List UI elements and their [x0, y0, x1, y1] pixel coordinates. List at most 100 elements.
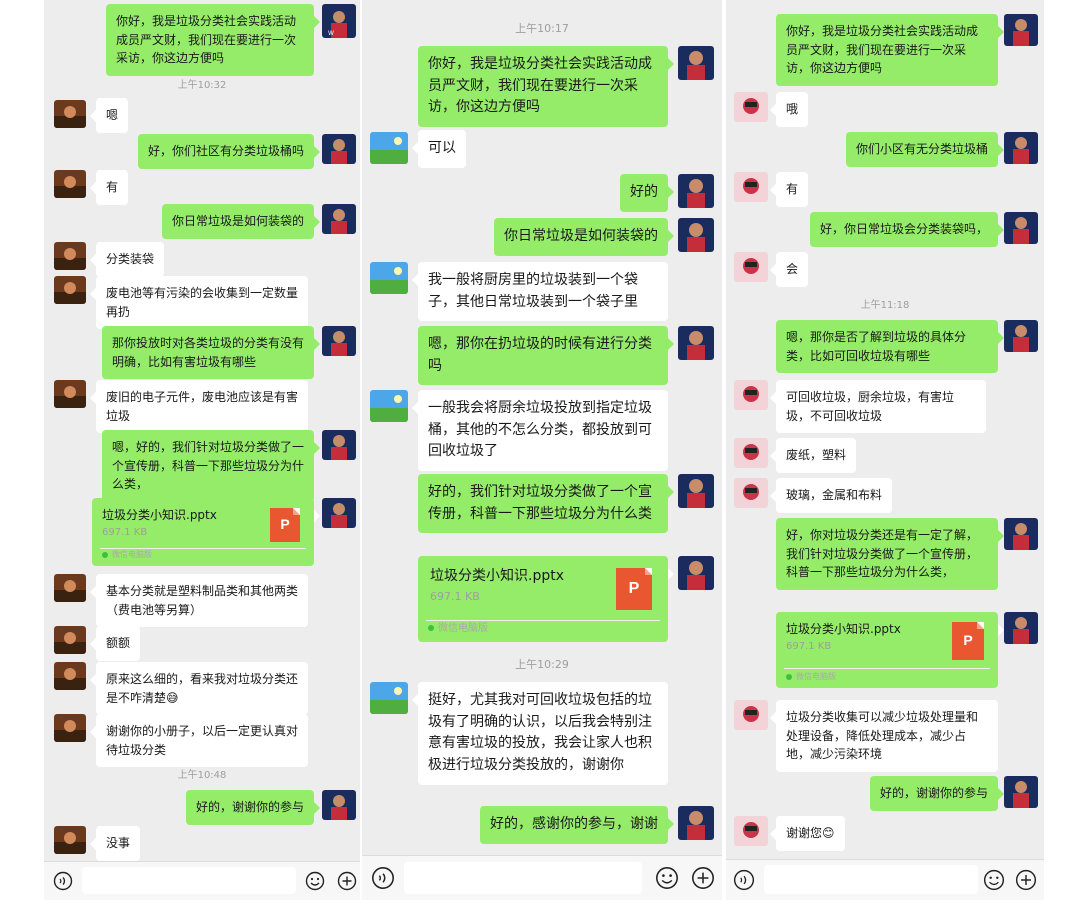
message-incoming[interactable]: 谢谢你的小册子，以后一定更认真对待垃圾分类 — [44, 712, 360, 768]
message-outgoing[interactable]: 好的，谢谢你的参与 — [726, 774, 1044, 812]
avatar-self[interactable] — [1004, 612, 1038, 644]
message-input[interactable] — [82, 867, 296, 894]
avatar-self[interactable] — [678, 46, 714, 80]
avatar-self[interactable] — [678, 474, 714, 508]
file-card[interactable]: 垃圾分类小知识.pptx 697.1 KB 微信电脑版 P — [776, 612, 1004, 688]
file-message[interactable]: 垃圾分类小知识.pptx 697.1 KB 微信电脑版 P — [726, 612, 1044, 690]
message-incoming[interactable]: 挺好，尤其我对可回收垃圾包括的垃圾有了明确的认识，以后我会特别注意有害垃圾的投放… — [362, 682, 722, 802]
message-outgoing[interactable]: 嗯，那你在扔垃圾的时候有进行分类吗 — [362, 326, 722, 386]
avatar-contact[interactable] — [54, 826, 86, 854]
message-outgoing[interactable]: 好的，感谢你的参与，谢谢 — [362, 806, 722, 846]
file-message[interactable]: 垃圾分类小知识.pptx 697.1 KB 微信电脑版 P — [44, 498, 360, 568]
message-incoming[interactable]: 废纸，塑料 — [726, 436, 1044, 474]
file-message[interactable]: 垃圾分类小知识.pptx 697.1 KB 微信电脑版 P — [362, 556, 722, 646]
add-button[interactable] — [690, 865, 716, 891]
message-incoming[interactable]: 废电池等有污染的会收集到一定数量再扔 — [44, 274, 360, 330]
add-button[interactable] — [1014, 868, 1038, 892]
message-incoming[interactable]: 分类装袋 — [44, 240, 360, 277]
avatar-contact[interactable] — [54, 170, 86, 198]
avatar-self[interactable] — [1004, 212, 1038, 244]
message-outgoing[interactable]: 好的 — [362, 174, 722, 214]
message-outgoing[interactable]: 那你投放时对各类垃圾的分类有没有明确，比如有害垃圾有哪些 — [44, 326, 360, 380]
avatar-contact[interactable] — [734, 172, 768, 202]
voice-button[interactable] — [370, 865, 396, 891]
message-outgoing[interactable]: 好，你日常垃圾会分类装袋吗， — [726, 210, 1044, 248]
avatar-contact[interactable] — [370, 390, 408, 422]
message-outgoing[interactable]: 你好，我是垃圾分类社会实践活动成员严文财，我们现在要进行一次采访，你这边方便吗 … — [44, 0, 360, 76]
avatar-self[interactable] — [678, 326, 714, 360]
avatar-contact[interactable] — [734, 380, 768, 410]
avatar-contact[interactable] — [734, 92, 768, 122]
avatar-self[interactable]: W — [322, 4, 356, 38]
message-input[interactable] — [764, 865, 978, 894]
message-incoming[interactable]: 一般我会将厨余垃圾投放到指定垃圾桶，其他的不怎么分类，都投放到可回收垃圾了 — [362, 390, 722, 472]
message-incoming[interactable]: 嗯 — [44, 96, 360, 133]
avatar-contact[interactable] — [54, 574, 86, 602]
message-incoming[interactable]: 哦 — [726, 90, 1044, 128]
emoji-button[interactable] — [982, 868, 1006, 892]
file-card[interactable]: 垃圾分类小知识.pptx 697.1 KB 微信电脑版 P — [418, 556, 674, 642]
message-outgoing[interactable]: 嗯，那你是否了解到垃圾的具体分类，比如可回收垃圾有哪些 — [726, 320, 1044, 374]
message-outgoing[interactable]: 你们小区有无分类垃圾桶 — [726, 130, 1044, 168]
avatar-contact[interactable] — [370, 262, 408, 294]
avatar-contact[interactable] — [734, 252, 768, 282]
message-outgoing[interactable]: 你日常垃圾是如何装袋的 — [362, 218, 722, 258]
avatar-self[interactable] — [678, 218, 714, 252]
message-incoming[interactable]: 可以 — [362, 130, 722, 170]
avatar-self[interactable] — [322, 134, 356, 164]
avatar-contact[interactable] — [734, 438, 768, 468]
avatar-contact[interactable] — [54, 100, 86, 128]
message-incoming[interactable]: 玻璃，金属和布料 — [726, 476, 1044, 514]
message-incoming[interactable]: 垃圾分类收集可以减少垃圾处理量和处理设备，降低处理成本，减少占地，减少污染环境 — [726, 698, 1044, 772]
emoji-button[interactable] — [304, 870, 326, 892]
avatar-self[interactable] — [322, 326, 356, 356]
avatar-contact[interactable] — [54, 276, 86, 304]
avatar-self[interactable] — [1004, 14, 1038, 46]
message-incoming[interactable]: 有 — [726, 170, 1044, 208]
message-outgoing[interactable]: 你日常垃圾是如何装袋的 — [44, 204, 360, 240]
message-outgoing[interactable]: 好，你们社区有分类垃圾桶吗 — [44, 132, 360, 169]
message-input[interactable] — [404, 862, 642, 894]
message-outgoing[interactable]: 好的，谢谢你的参与 — [44, 788, 360, 825]
avatar-self[interactable] — [322, 498, 356, 528]
message-incoming[interactable]: 有 — [44, 168, 360, 205]
avatar-contact[interactable] — [734, 478, 768, 508]
add-button[interactable] — [336, 870, 358, 892]
avatar-contact[interactable] — [54, 662, 86, 690]
message-incoming[interactable]: 我一般将厨房里的垃圾装到一个袋子，其他日常垃圾装到一个袋子里 — [362, 262, 722, 322]
avatar-self[interactable] — [1004, 132, 1038, 164]
emoji-button[interactable] — [654, 865, 680, 891]
avatar-self[interactable] — [1004, 518, 1038, 550]
avatar-self[interactable] — [322, 430, 356, 460]
message-outgoing[interactable]: 好的，我们针对垃圾分类做了一个宣传册，科普一下那些垃圾分为什么类 — [362, 474, 722, 552]
message-incoming[interactable]: 会 — [726, 250, 1044, 288]
avatar-contact[interactable] — [54, 714, 86, 742]
avatar-self[interactable] — [322, 790, 356, 820]
avatar-self[interactable] — [322, 204, 356, 234]
avatar-self[interactable] — [678, 556, 714, 590]
avatar-self[interactable] — [678, 174, 714, 208]
message-incoming[interactable]: 谢谢您😊 — [726, 814, 1044, 852]
avatar-self[interactable] — [1004, 320, 1038, 352]
message-outgoing[interactable]: 你好，我是垃圾分类社会实践活动成员严文财，我们现在要进行一次采访，你这边方便吗 — [362, 46, 722, 128]
message-outgoing[interactable]: 你好，我是垃圾分类社会实践活动成员严文财，我们现在要进行一次采访，你这边方便吗 — [726, 14, 1044, 86]
avatar-contact[interactable] — [370, 682, 408, 714]
avatar-contact[interactable] — [734, 816, 768, 846]
message-outgoing[interactable]: 好，你对垃圾分类还是有一定了解，我们针对垃圾分类做了一个宣传册，科普一下那些垃圾… — [726, 518, 1044, 606]
avatar-contact[interactable] — [54, 380, 86, 408]
message-incoming[interactable]: 额额 — [44, 624, 360, 661]
message-incoming[interactable]: 可回收垃圾，厨余垃圾，有害垃圾，不可回收垃圾 — [726, 378, 1044, 434]
avatar-contact[interactable] — [54, 242, 86, 270]
avatar-contact[interactable] — [734, 700, 768, 730]
message-incoming[interactable]: 废旧的电子元件，废电池应该是有害垃圾 — [44, 378, 360, 434]
avatar-self[interactable] — [1004, 776, 1038, 808]
message-incoming[interactable]: 没事 — [44, 824, 360, 861]
avatar-self[interactable] — [678, 806, 714, 840]
message-outgoing[interactable]: 嗯，好的，我们针对垃圾分类做了一个宣传册，科普一下那些垃圾分为什么类， — [44, 430, 360, 502]
voice-button[interactable] — [732, 868, 756, 892]
message-incoming[interactable]: 基本分类就是塑料制品类和其他两类（费电池等另算） — [44, 572, 360, 628]
avatar-contact[interactable] — [54, 626, 86, 654]
avatar-contact[interactable] — [370, 132, 408, 164]
voice-button[interactable] — [52, 870, 74, 892]
file-card[interactable]: 垃圾分类小知识.pptx 697.1 KB 微信电脑版 P — [92, 498, 320, 566]
